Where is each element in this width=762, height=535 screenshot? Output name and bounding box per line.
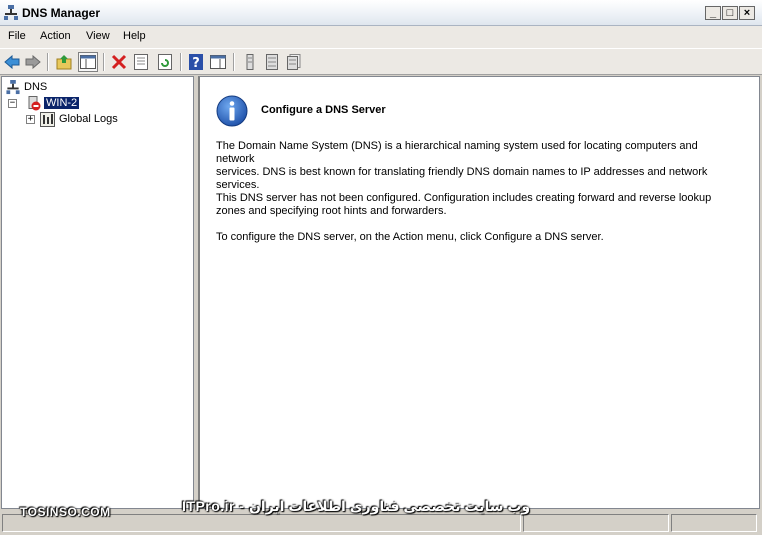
watermark-center: ITPro.ir - وب سایت تخصصی فناوری اطلاعات …: [182, 498, 531, 514]
status-cell-3: [671, 514, 757, 532]
forward-icon: [25, 55, 41, 69]
toolbar: ?: [0, 48, 762, 75]
menu-file[interactable]: File: [8, 30, 26, 42]
forward-button[interactable]: [23, 52, 43, 72]
back-icon: [4, 55, 20, 69]
menu-action[interactable]: Action: [40, 30, 71, 42]
refresh-button[interactable]: [155, 52, 175, 72]
title-bar[interactable]: DNS Manager _ □ ×: [0, 0, 762, 26]
tree-label-win-2: WIN-2: [44, 97, 80, 109]
server-medium-button[interactable]: [262, 52, 282, 72]
tree-item-global-logs[interactable]: + Global Logs: [26, 111, 118, 127]
show-hide-console-tree-icon: [80, 55, 96, 69]
server-medium-icon: [266, 54, 278, 70]
help-icon: ?: [189, 54, 203, 70]
server-small-icon: [246, 54, 254, 70]
delete-button[interactable]: [109, 52, 129, 72]
delete-icon: [111, 54, 127, 70]
back-button[interactable]: [2, 52, 22, 72]
server-large-icon: [287, 54, 301, 70]
up-folder-button[interactable]: [54, 52, 74, 72]
expand-icon[interactable]: +: [26, 114, 35, 124]
watermark-left: TOSINSO.COM: [20, 505, 111, 519]
instruction-paragraph: To configure the DNS server, on the Acti…: [216, 231, 736, 244]
status-cell-2: [523, 514, 669, 532]
server-large-button[interactable]: [284, 52, 304, 72]
action-pane-button[interactable]: [208, 52, 228, 72]
status-paragraph: This DNS server has not been configured.…: [216, 192, 736, 218]
console-tree[interactable]: DNS − WIN-2 + Global Logs: [1, 76, 194, 509]
tree-item-dns[interactable]: DNS: [6, 79, 47, 95]
window-title: DNS Manager: [22, 6, 101, 20]
svg-text:?: ?: [192, 56, 200, 70]
close-button[interactable]: ×: [739, 6, 755, 20]
help-button[interactable]: ?: [186, 52, 206, 72]
status-line-2: zones and specifying root hints and forw…: [216, 205, 447, 217]
menu-help[interactable]: Help: [123, 30, 146, 42]
tree-label-global-logs: Global Logs: [59, 113, 118, 125]
properties-button[interactable]: [131, 52, 151, 72]
up-folder-icon: [56, 55, 72, 70]
details-pane: Configure a DNS Server The Domain Name S…: [198, 76, 760, 509]
page-title: Configure a DNS Server: [261, 104, 386, 116]
description-line-3: services.: [216, 179, 260, 191]
event-log-icon: [40, 111, 55, 127]
action-pane-icon: [210, 55, 226, 69]
instruction-line-1: To configure the DNS server, on the Acti…: [216, 231, 604, 243]
info-icon: [216, 95, 248, 127]
description-line-1: The Domain Name System (DNS) is a hierar…: [216, 140, 698, 165]
tree-item-win-2[interactable]: − WIN-2: [8, 95, 80, 111]
description-paragraph: The Domain Name System (DNS) is a hierar…: [216, 140, 736, 192]
properties-icon: [134, 54, 148, 70]
dns-icon: [6, 79, 20, 94]
show-hide-console-tree-button[interactable]: [78, 52, 98, 72]
description-line-2: services. DNS is best known for translat…: [216, 166, 708, 178]
minimize-button[interactable]: _: [705, 6, 721, 20]
dns-server-warning-icon: [28, 95, 41, 110]
server-small-button[interactable]: [240, 52, 260, 72]
status-line-1: This DNS server has not been configured.…: [216, 192, 712, 204]
tree-label-dns: DNS: [24, 81, 48, 93]
menu-bar: File Action View Help: [0, 26, 762, 48]
collapse-icon[interactable]: −: [8, 98, 17, 108]
dns-manager-icon: [4, 5, 18, 20]
maximize-button[interactable]: □: [722, 6, 738, 20]
refresh-icon: [158, 54, 172, 70]
menu-view[interactable]: View: [86, 30, 110, 42]
